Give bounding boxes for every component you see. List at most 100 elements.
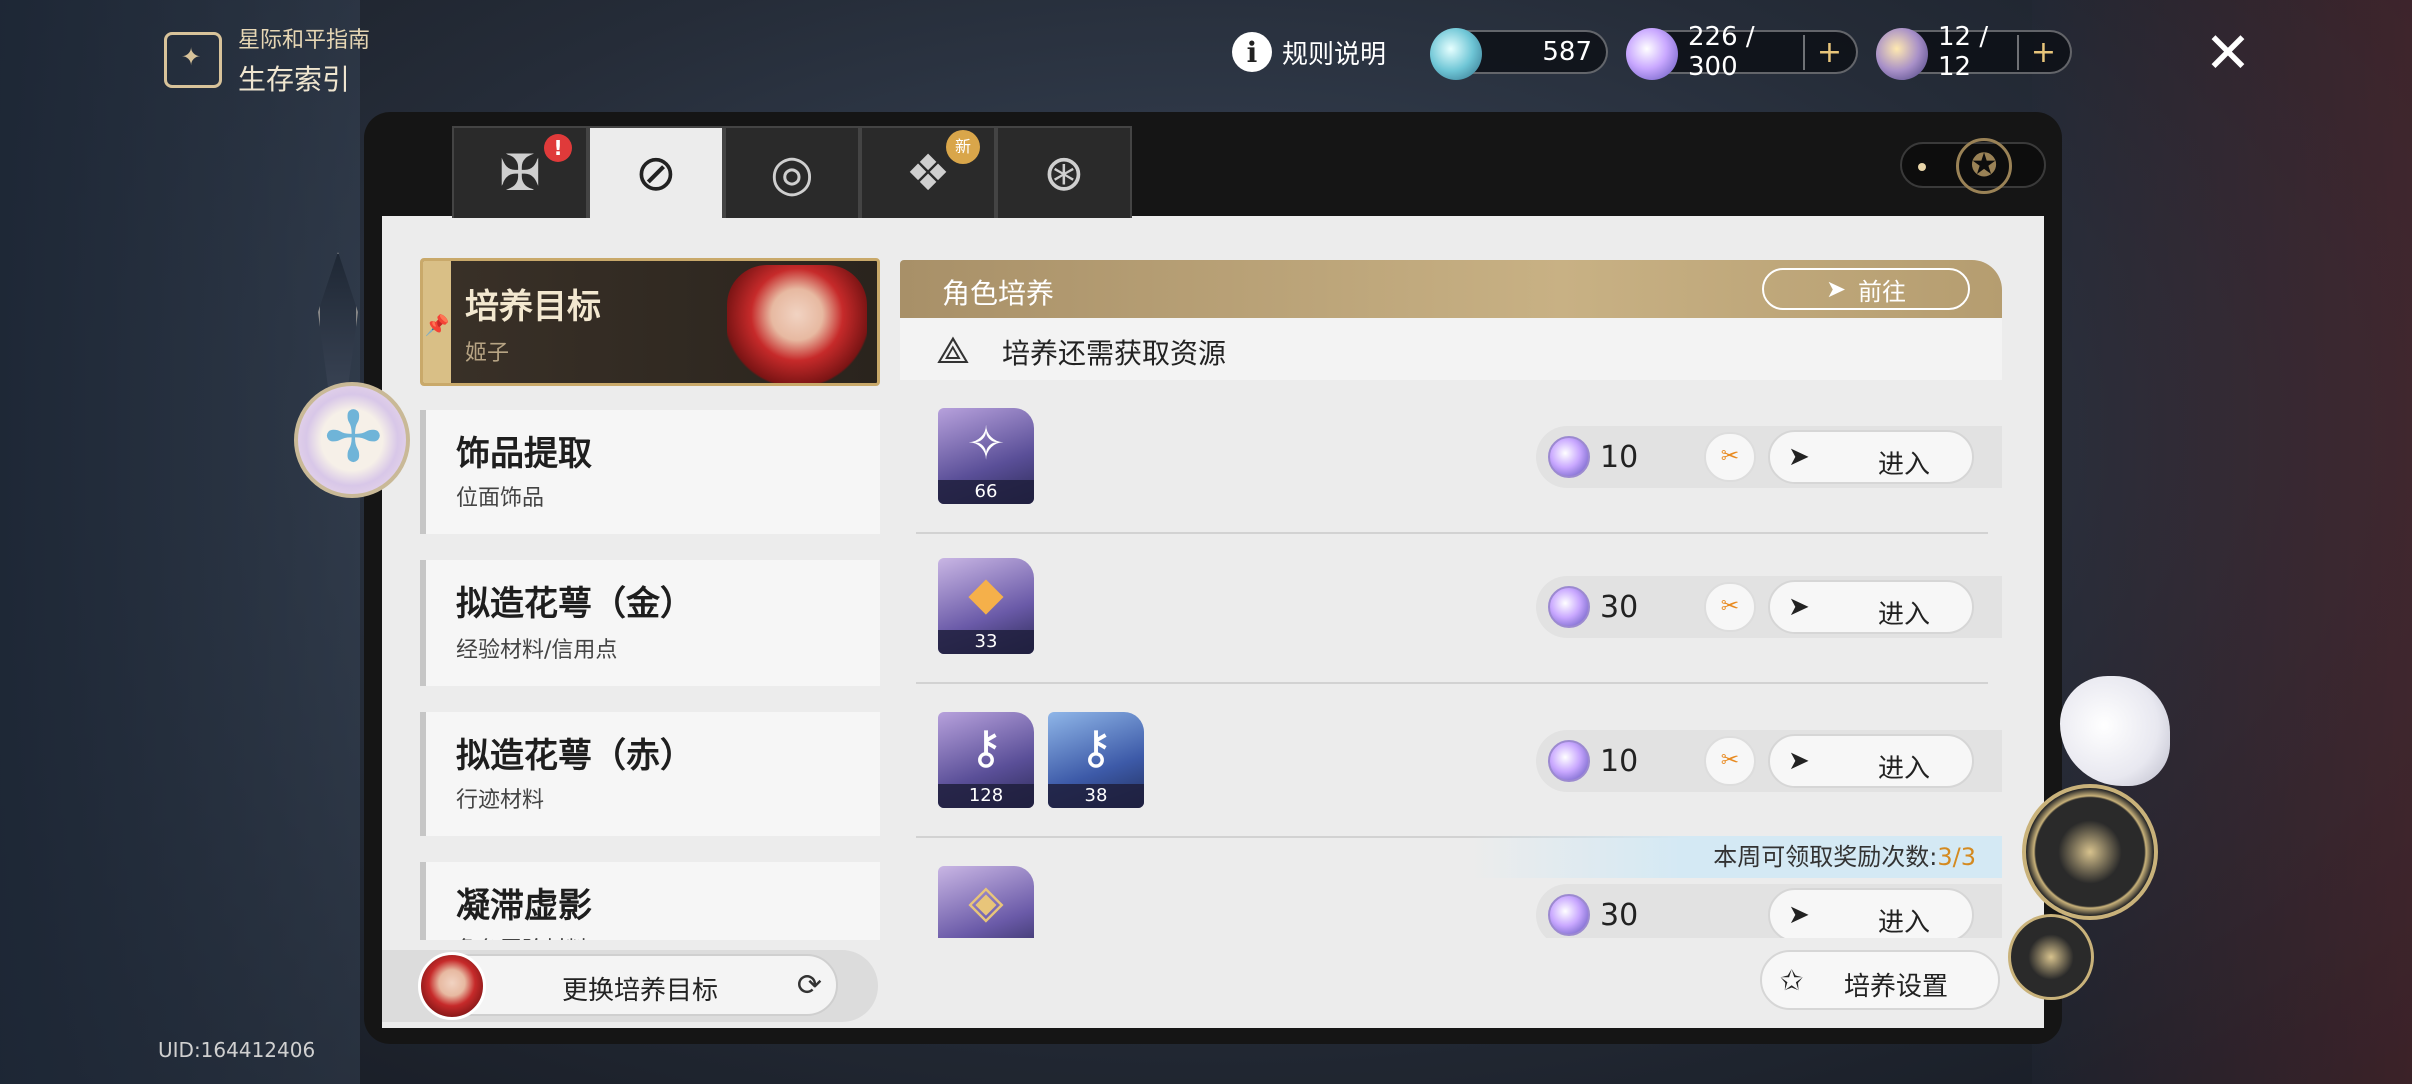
fuel-icon	[1876, 28, 1929, 80]
enter-label: 进入	[1878, 450, 1931, 480]
resource-row: ⚷ 128 ⚷ 38 10 ✂ ➤ 进入	[900, 684, 2002, 838]
tab-daily[interactable]: ✠ !	[452, 126, 588, 218]
tab-planets[interactable]: ◎	[724, 126, 860, 218]
stellar-jade-counter: 587	[1430, 28, 1609, 80]
indicator-dot	[1918, 163, 1926, 171]
brand-title: 生存索引	[238, 63, 351, 96]
list-item-calyx-crimson[interactable]: 拟造花萼（赤） 行迹材料	[420, 712, 880, 836]
cost-value: 10	[1600, 440, 1639, 475]
list-item-subtitle: 经验材料/信用点	[456, 638, 618, 663]
top-resource-bar: i 规则说明 587 226 / 300 + 12 / 12 +	[1232, 22, 2073, 82]
cost-value: 30	[1600, 590, 1639, 625]
list-item-title: 凝滞虚影	[456, 886, 592, 926]
reserve-ticket-icon[interactable]: ✂	[1704, 736, 1756, 786]
switch-target-label: 更换培养目标	[562, 976, 719, 1006]
target-character-name: 姬子	[465, 341, 510, 366]
trailblaze-power-icon	[1626, 28, 1679, 80]
weekly-reward-value: 3/3	[1937, 843, 1976, 871]
item-count: 38	[1048, 784, 1144, 808]
reward-icon: ❖	[905, 144, 951, 202]
cost-value: 30	[1600, 898, 1639, 933]
relic-item[interactable]: ✧ 66	[938, 408, 1034, 504]
list-item-ornament-extraction[interactable]: 饰品提取 位面饰品	[420, 410, 880, 534]
tab-survival[interactable]: ⊘	[588, 126, 724, 218]
list-item-title: 拟造花萼（金）	[456, 584, 694, 624]
character-portrait	[727, 265, 867, 383]
resources-subheader: ⟁ 培养还需获取资源	[900, 318, 2002, 380]
enter-button[interactable]: ➤ 进入	[1768, 580, 1974, 634]
ascension-material-item[interactable]: ◈	[938, 866, 1034, 938]
list-item-stagnant-shadow[interactable]: 凝滞虚影 角色晋阶材料	[420, 862, 880, 940]
tab-bar: ✠ ! ⊘ ◎ ❖ 新 ⊛	[452, 126, 1132, 218]
training-settings-button[interactable]: ✩ 培养设置	[1760, 950, 2000, 1010]
pin-icon: 📌	[423, 261, 451, 383]
enter-label: 进入	[1878, 600, 1931, 630]
add-fuel-button[interactable]: +	[2016, 34, 2056, 70]
user-id: UID:164412406	[158, 1038, 316, 1062]
trailblaze-power-icon	[1548, 436, 1590, 478]
resources-subheader-label: 培养还需获取资源	[1002, 337, 1227, 370]
background-left	[0, 0, 360, 1084]
trace-material-item[interactable]: ⚷ 128	[938, 712, 1034, 808]
list-item-subtitle: 角色晋阶材料	[456, 932, 588, 940]
arrow-right-icon: ➤	[1788, 900, 1810, 930]
list-item-subtitle: 位面饰品	[456, 486, 545, 511]
settings-star-icon: ✩	[1780, 964, 1804, 997]
arrow-right-icon: ➤	[1788, 442, 1810, 472]
stellar-jade-value: 587	[1542, 37, 1593, 67]
close-button[interactable]: ✕	[2202, 26, 2254, 82]
goto-button[interactable]: ➤ 前往	[1762, 268, 1970, 310]
enter-button[interactable]: ➤ 进入	[1768, 888, 1974, 938]
brand-subtitle: 星际和平指南	[238, 28, 371, 53]
item-count: 66	[938, 480, 1034, 504]
brand-header: 星际和平指南 生存索引	[164, 22, 370, 98]
list-item-subtitle: 行迹材料	[456, 788, 545, 813]
planet-icon: ◎	[770, 144, 814, 202]
weekly-reward-label: 本周可领取奖励次数:	[1713, 843, 1938, 871]
resource-row: ◆ 33 30 ✂ ➤ 进入	[900, 530, 2002, 684]
amber-shard-icon: ◆	[968, 566, 1004, 620]
list-item-title: 饰品提取	[456, 434, 592, 474]
fuel-counter: 12 / 12 +	[1876, 22, 2073, 82]
trailblaze-power-icon	[1548, 894, 1590, 936]
character-avatar	[418, 952, 486, 1020]
rules-label: 规则说明	[1282, 39, 1387, 70]
rules-button[interactable]: i 规则说明	[1232, 32, 1386, 72]
arrow-right-icon: ➤	[1825, 275, 1847, 303]
new-badge: 新	[946, 130, 980, 164]
path-emblem-icon: ⟁	[936, 328, 970, 372]
weekly-reward-count: 本周可领取奖励次数:3/3	[1470, 836, 2002, 878]
list-item-calyx-golden[interactable]: 拟造花萼（金） 经验材料/信用点	[420, 560, 880, 686]
key-icon: ⚷	[1079, 720, 1113, 774]
refresh-icon: ⟳	[796, 968, 822, 1003]
material-item[interactable]: ◆ 33	[938, 558, 1034, 654]
enter-button[interactable]: ➤ 进入	[1768, 734, 1974, 788]
survival-index-icon: ⊘	[635, 144, 677, 202]
settings-label: 培养设置	[1844, 972, 1949, 1002]
flower-decoration-icon	[294, 382, 410, 498]
trailblaze-power-value: 226 / 300	[1688, 22, 1755, 82]
reserve-ticket-icon[interactable]: ✂	[1704, 582, 1756, 632]
info-icon: i	[1232, 32, 1272, 72]
emblem-toggle[interactable]: ✪	[1900, 138, 2046, 194]
alert-badge: !	[544, 134, 572, 162]
daily-training-icon: ✠	[499, 144, 541, 202]
enter-label: 进入	[1878, 908, 1931, 938]
trailblaze-power-icon	[1548, 586, 1590, 628]
list-item-title: 拟造花萼（赤）	[456, 736, 694, 776]
key-icon: ⚷	[969, 720, 1003, 774]
gold-flower-decoration-icon	[2008, 914, 2094, 1000]
cost-value: 10	[1600, 744, 1639, 779]
arrow-right-icon: ➤	[1788, 746, 1810, 776]
add-power-button[interactable]: +	[1802, 34, 1842, 70]
switch-target-button[interactable]: 更换培养目标 ⟳	[418, 952, 838, 1020]
enter-button[interactable]: ➤ 进入	[1768, 430, 1974, 484]
stellar-jade-icon	[1430, 28, 1483, 80]
trace-material-item[interactable]: ⚷ 38	[1048, 712, 1144, 808]
tab-rewards[interactable]: ❖ 新	[860, 126, 996, 218]
background-right	[2032, 0, 2412, 1084]
goto-label: 前往	[1858, 277, 1907, 306]
training-target-card[interactable]: 📌 培养目标 姬子	[420, 258, 880, 386]
reserve-ticket-icon[interactable]: ✂	[1704, 432, 1756, 482]
tab-misc[interactable]: ⊛	[996, 126, 1132, 218]
